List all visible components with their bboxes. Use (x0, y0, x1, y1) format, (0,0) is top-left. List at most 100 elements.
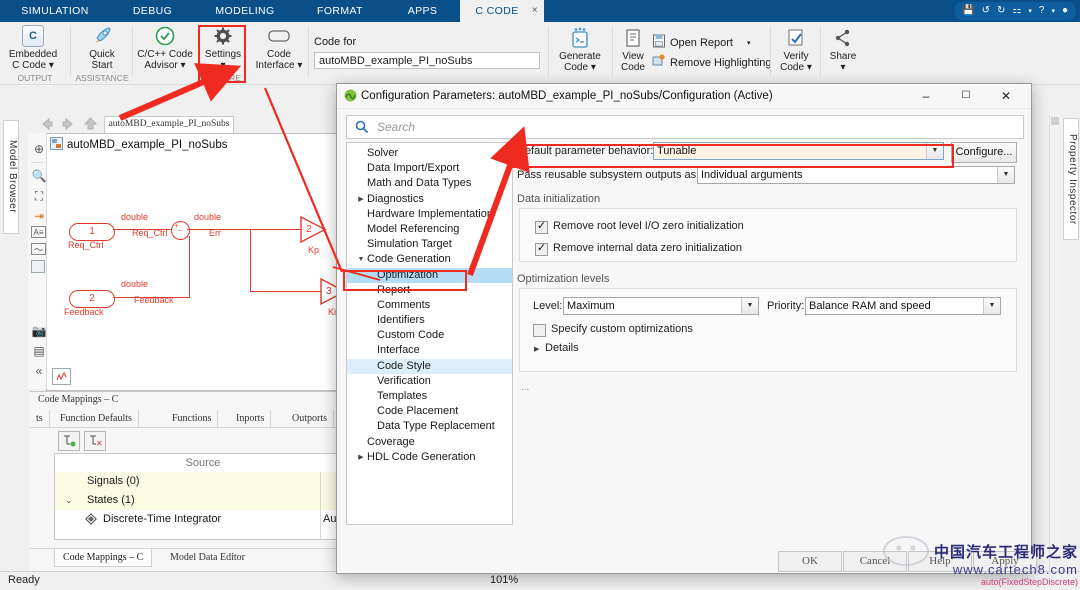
scope-icon[interactable]: 〜 (31, 243, 46, 255)
tree-item-code-placement[interactable]: Code Placement (347, 404, 512, 419)
view-code-button[interactable]: View Code (616, 26, 650, 73)
tree-item-data-import-export[interactable]: Data Import/Export (347, 161, 512, 176)
tree-item-math-and-data-types[interactable]: Math and Data Types (347, 176, 512, 191)
ok-button[interactable]: OK (778, 551, 842, 572)
layout-icon[interactable]: ⚏ (1012, 6, 1021, 16)
share-button[interactable]: Share ▾ (824, 26, 862, 73)
configure-button[interactable]: Configure... (951, 142, 1017, 163)
remove-highlighting-button[interactable]: Remove Highlighting (652, 54, 772, 71)
chevron-down-icon[interactable]: ▼ (926, 143, 943, 159)
c-cpp-code-advisor-button[interactable]: C/C++ Code Advisor ▾ (134, 24, 196, 71)
tree-item-solver[interactable]: Solver (347, 146, 512, 161)
verify-code-button[interactable]: Verify Code ▾ (774, 26, 818, 73)
chevron-down-icon[interactable]: ▾ (1051, 8, 1055, 15)
tree-item-identifiers[interactable]: Identifiers (347, 313, 512, 328)
redo-icon[interactable]: ↻ (997, 6, 1005, 16)
code-for-input[interactable]: autoMBD_example_PI_noSubs (314, 52, 540, 69)
scope-badge-icon[interactable] (52, 368, 71, 385)
tab-debug[interactable]: DEBUG (110, 0, 195, 22)
cm-tab-functions[interactable]: Functions (166, 410, 219, 427)
tree-item-simulation-target[interactable]: Simulation Target (347, 237, 512, 252)
tree-item-coverage[interactable]: Coverage (347, 435, 512, 450)
block-req-ctrl[interactable]: 1 (69, 223, 115, 241)
tab-c-code[interactable]: C CODE × (460, 0, 544, 22)
chevron-down-icon[interactable]: ▼ (983, 298, 1000, 314)
code-mappings-grid[interactable]: Source Signals (0) ⌄ States (1) Discrete… (54, 453, 352, 540)
block-sum[interactable]: + − (171, 221, 190, 240)
tab-simulation[interactable]: SIMULATION (0, 0, 110, 22)
code-interface-button[interactable]: Code Interface ▾ (250, 24, 308, 71)
cm-tab-inports[interactable]: Inports (230, 410, 272, 427)
undo-icon[interactable]: ↺ (982, 6, 990, 16)
minimize-button[interactable]: – (911, 84, 941, 108)
remove-mapping-icon[interactable]: ✕ (84, 431, 106, 451)
priority-combo[interactable]: Balance RAM and speed ▼ (805, 297, 1001, 315)
remove-internal-data-checkbox[interactable] (535, 241, 548, 256)
level-combo[interactable]: Maximum ▼ (563, 297, 759, 315)
cm-tab-ts[interactable]: ts (30, 410, 50, 427)
chevron-right-icon[interactable]: ▶ (356, 450, 366, 465)
remove-root-level-io-checkbox[interactable] (535, 219, 548, 234)
close-icon[interactable]: ✕ (991, 84, 1021, 108)
grid-column-header-source[interactable]: Source (55, 454, 351, 473)
tab-modeling[interactable]: MODELING (195, 0, 295, 22)
tree-item-optimization[interactable]: Optimization (347, 267, 512, 283)
model-browser-label[interactable]: Model Browser (3, 120, 19, 234)
cm-tab-outports[interactable]: Outports (286, 410, 334, 427)
chevron-right-icon[interactable]: ▶ (356, 192, 366, 207)
embedded-c-code-button[interactable]: C Embedded C Code ▾ (4, 24, 62, 71)
bottom-tab-model-data-editor[interactable]: Model Data Editor (162, 549, 253, 566)
block-kp[interactable]: 2 (300, 215, 328, 246)
chevron-down-icon[interactable]: ▼ (356, 252, 366, 267)
tree-item-hdl-code-generation[interactable]: ▶ HDL Code Generation (347, 450, 512, 465)
tree-item-comments[interactable]: Comments (347, 298, 512, 313)
block-feedback[interactable]: 2 (69, 290, 115, 308)
tree-item-data-type-replacement[interactable]: Data Type Replacement (347, 419, 512, 434)
maximize-button[interactable]: ☐ (951, 84, 981, 108)
table-row[interactable]: Signals (0) (55, 472, 351, 491)
table-row[interactable]: Discrete-Time Integrator Auto (55, 510, 351, 529)
cm-tab-function-defaults[interactable]: Function Defaults (54, 410, 139, 427)
tree-item-custom-code[interactable]: Custom Code (347, 328, 512, 343)
chevron-down-icon[interactable]: ▼ (997, 167, 1014, 183)
more-icon[interactable]: ● (1062, 6, 1068, 16)
tree-item-hardware-implementation[interactable]: Hardware Implementation (347, 207, 512, 222)
tree-item-diagnostics[interactable]: ▶ Diagnostics (347, 192, 512, 207)
chevron-down-icon[interactable]: ⌄ (65, 491, 73, 510)
tree-item-interface[interactable]: Interface (347, 343, 512, 358)
help-icon[interactable]: ? (1039, 6, 1045, 16)
cancel-button[interactable]: Cancel (843, 551, 907, 572)
tree-item-report[interactable]: Report (347, 283, 512, 298)
quick-start-button[interactable]: Quick Start (73, 24, 131, 71)
tab-format[interactable]: FORMAT (295, 0, 385, 22)
bottom-tab-code-mappings[interactable]: Code Mappings – C (54, 549, 153, 567)
search-input[interactable]: Search (346, 115, 1024, 139)
tab-apps[interactable]: APPS (385, 0, 460, 22)
chevron-down-icon[interactable]: ▾ (747, 39, 751, 47)
add-mapping-icon[interactable] (58, 431, 80, 451)
scroll-up-arrow[interactable] (1051, 117, 1059, 125)
tree-item-verification[interactable]: Verification (347, 374, 512, 389)
table-row[interactable]: ⌄ States (1) (55, 491, 351, 510)
pass-reusable-subsystem-combo[interactable]: Individual arguments ▼ (697, 166, 1015, 184)
generate-code-button[interactable]: Generate Code ▾ (552, 26, 608, 73)
open-report-button[interactable]: Open Report ▾ (652, 34, 751, 51)
settings-tree[interactable]: Solver Data Import/Export Math and Data … (346, 142, 513, 525)
chevron-down-icon[interactable]: ▼ (741, 298, 758, 314)
chevron-down-icon[interactable]: ▾ (1028, 8, 1032, 15)
save-icon[interactable]: 💾 (962, 6, 974, 16)
vertical-scrollbar[interactable] (1049, 115, 1060, 571)
settings-button[interactable]: Settings ▾ (196, 24, 250, 71)
tree-item-code-generation[interactable]: ▼ Code Generation (347, 252, 512, 267)
tree-item-code-style[interactable]: Code Style (347, 358, 512, 374)
model-tab[interactable]: autoMBD_example_PI_noSubs (104, 116, 234, 133)
tree-item-model-referencing[interactable]: Model Referencing (347, 222, 512, 237)
default-parameter-behavior-combo[interactable]: Tunable ▼ (653, 142, 944, 160)
chevron-right-icon[interactable]: ▶ (534, 345, 539, 353)
apply-button[interactable]: Apply (973, 551, 1037, 572)
area-icon[interactable] (31, 260, 45, 273)
help-button[interactable]: Help (908, 551, 972, 572)
tree-item-templates[interactable]: Templates (347, 389, 512, 404)
annotate-icon[interactable]: A≡ (31, 226, 46, 238)
close-icon[interactable]: × (532, 0, 538, 22)
